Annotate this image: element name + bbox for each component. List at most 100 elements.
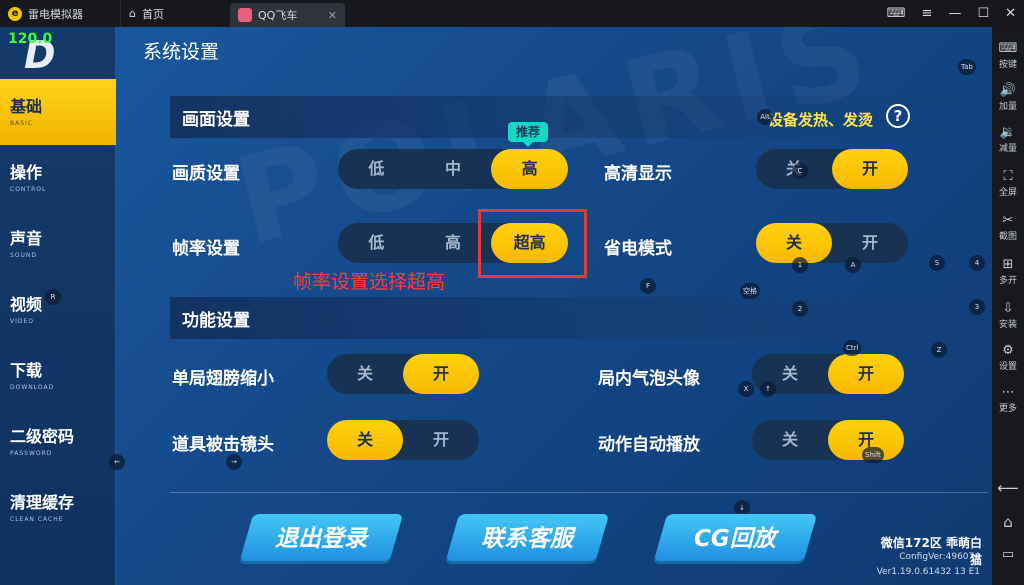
fullscreen-button[interactable]: ⛶ 全屏 [992,169,1024,198]
hd-label: 高清显示 [604,164,672,184]
gear-icon: ⚙ [1002,343,1014,358]
key-hint: ↑ [760,381,776,397]
heat-help-link[interactable]: 设备发热、发烫 [768,109,873,130]
minimize-icon[interactable]: — [948,6,961,21]
section-title: 画面设置 [182,110,250,130]
sidebar-item-sound[interactable]: 声音 SOUND [0,211,116,277]
hit-camera-label: 道具被击镜头 [172,435,274,455]
hd-toggle: 关 开 [756,149,908,189]
rb-label: 更多 [998,404,1017,414]
sidebar-item-sublabel: BASIC [10,120,33,127]
keyboard-icon: ⌨ [998,41,1018,56]
key-hint: R [45,289,61,305]
sidebar-item-basic[interactable]: 基础 BASIC [0,79,116,145]
recent-apps-button[interactable]: ▭ [992,547,1024,562]
power-save-option-off[interactable]: 关 [756,223,832,263]
maximize-icon[interactable]: ☐ [977,6,989,21]
quality-option-low[interactable]: 低 [338,149,415,189]
section-title: 功能设置 [182,311,250,331]
tab-emulator[interactable]: e 雷电模拟器 [0,0,118,27]
volume-up-button[interactable]: 🔊 加量 [992,83,1024,112]
support-label: 联系客服 [481,526,573,552]
key-hint: 4 [969,255,985,271]
power-save-option-on[interactable]: 开 [832,223,908,263]
sidebar-item-label: 声音 [10,229,43,248]
tab-game-label: QQ飞车 [258,9,298,22]
multi-open-button[interactable]: ⊞ 多开 [992,257,1024,286]
sidebar-item-label: 操作 [10,163,43,182]
install-button[interactable]: ⇩ 安装 [992,301,1024,330]
quality-option-high[interactable]: 高 [491,149,569,189]
sidebar-item-label: 清理缓存 [10,493,75,512]
emulator-titlebar: e 雷电模拟器 ⌂ 首页 QQ飞车 ✕ ⌨ ≡ — ☐ ✕ [0,0,1024,27]
volume-down-button[interactable]: 🔉 减量 [992,125,1024,154]
back-icon: ⟵ [997,479,1019,497]
key-hint: A [845,257,861,273]
cg-replay-button[interactable]: CG回放 [652,514,818,564]
hit-camera-toggle: 关 开 [327,420,479,460]
settings-button[interactable]: ⚙ 设置 [992,343,1024,372]
highlight-box [478,209,587,278]
tab-game[interactable]: QQ飞车 ✕ [230,3,345,27]
sidebar-item-download[interactable]: 下载 DOWNLOAD [0,343,116,409]
auto-play-label: 动作自动播放 [598,435,700,455]
rb-label: 截图 [998,232,1017,242]
more-icon: ⋯ [1001,385,1015,400]
home-button[interactable]: ⌂ [992,513,1024,531]
help-icon[interactable]: ? [886,104,910,128]
menu-icon[interactable]: ≡ [922,6,933,21]
multi-open-icon: ⊞ [1002,257,1014,272]
app-version: Ver1.19.0.61432 13 E1 [876,567,980,577]
sidebar-item-sublabel: VIDEO [10,318,35,325]
shrink-wings-label: 单局翅膀缩小 [172,369,274,389]
annotation-text: 帧率设置选择超高 [293,271,446,293]
sidebar-item-label: 二级密码 [10,427,75,446]
contact-support-button[interactable]: 联系客服 [444,514,610,564]
back-button[interactable]: ⟵ [992,479,1024,497]
power-save-toggle: 关 开 [756,223,908,263]
gamepad-icon[interactable]: ⌨ [887,6,906,21]
quality-option-mid[interactable]: 中 [415,149,492,189]
sidebar-item-label: 下载 [10,361,43,380]
sidebar-item-sublabel: SOUND [10,252,38,259]
emulator-logo-icon: e [8,6,22,21]
sidebar-item-control[interactable]: 操作 CONTROL [0,145,116,211]
close-tab-icon[interactable]: ✕ [328,9,337,22]
recent-apps-icon: ▭ [1001,547,1015,562]
key-hint: Ctrl [843,340,862,356]
sidebar-item-video[interactable]: 视频 VIDEO [0,277,116,343]
sidebar-item-password[interactable]: 二级密码 PASSWORD [0,409,116,475]
framerate-option-low[interactable]: 低 [338,223,415,263]
more-button[interactable]: ⋯ 更多 [992,385,1024,414]
key-hint: Tab [958,59,976,75]
recommend-badge: 推荐 [508,122,548,147]
home-icon: ⌂ [129,7,136,20]
keyboard-button[interactable]: ⌨ 按键 [992,41,1024,70]
key-hint: C [792,163,808,179]
key-hint: Shift [862,447,884,463]
server-info: 微信172区 乖萌白猫 [880,536,982,567]
shrink-wings-option-off[interactable]: 关 [327,354,403,394]
hd-option-on[interactable]: 开 [832,149,908,189]
rb-label: 全屏 [998,188,1017,198]
sidebar-item-label: 基础 [10,97,43,116]
scissors-icon: ✂ [1002,213,1014,228]
quality-selector: 低 中 高 [338,149,569,189]
close-icon[interactable]: ✕ [1005,6,1016,21]
key-hint: F [640,278,656,294]
logout-button[interactable]: 退出登录 [238,514,404,564]
shrink-wings-option-on[interactable]: 开 [403,354,479,394]
hit-camera-option-off[interactable]: 关 [327,420,403,460]
volume-down-icon: 🔉 [999,125,1017,140]
game-screen: POLARIS D 基础 BASIC 操作 CONTROL 声音 SOUND 视… [0,27,992,585]
screenshot-button[interactable]: ✂ 截图 [992,213,1024,242]
rb-label: 设置 [998,362,1017,372]
logout-label: 退出登录 [275,526,367,552]
tab-home[interactable]: ⌂ 首页 [120,0,228,27]
hit-camera-option-on[interactable]: 开 [403,420,479,460]
section-function: 功能设置 [170,297,988,339]
sidebar-item-clean-cache[interactable]: 清理缓存 CLEAN CACHE [0,475,116,541]
bubble-avatar-option-on[interactable]: 开 [828,354,904,394]
key-hint: → [226,454,242,470]
auto-play-option-off[interactable]: 关 [752,420,828,460]
